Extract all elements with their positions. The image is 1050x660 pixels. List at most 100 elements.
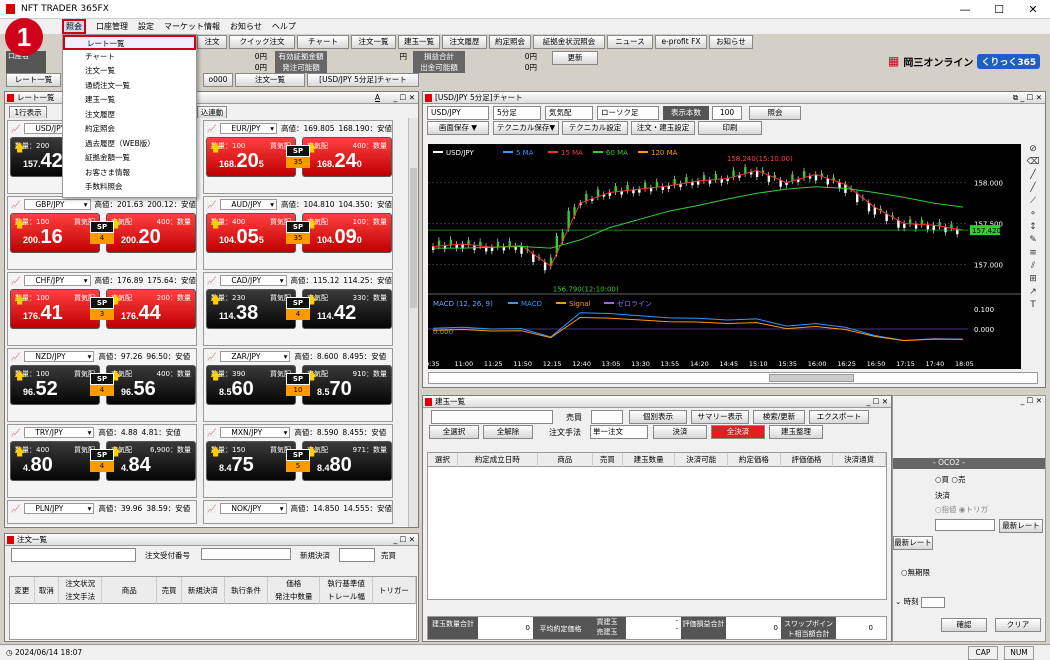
col-product[interactable]: 商品 <box>537 453 593 467</box>
chart-interval-select[interactable]: 5分足 <box>493 106 541 120</box>
col-side[interactable]: 売買 <box>156 577 182 604</box>
col-exec-price[interactable]: 約定価格 <box>727 453 781 467</box>
chart-scroll-thumb[interactable] <box>769 374 854 382</box>
print-button[interactable]: 印刷 <box>698 121 762 135</box>
menu-account[interactable]: 口座管理 <box>96 21 128 32</box>
arrow-icon[interactable]: ↗ <box>1029 287 1037 297</box>
menu-item-executions[interactable]: 約定照会 <box>63 122 196 137</box>
font-size-button[interactable]: A <box>375 92 380 103</box>
ask-button[interactable]: 売気配 910：数量 🡅 8.570 <box>302 365 392 405</box>
pair-select[interactable]: PLN/JPY <box>24 502 95 514</box>
ask-button[interactable]: 売気配 400：数量 🡅 200.20 <box>106 213 196 253</box>
menu-item-order-history[interactable]: 注文履歴 <box>63 108 196 123</box>
rate-list-scrollbar[interactable] <box>408 118 418 527</box>
latest-rate-button[interactable]: 最新レート <box>999 519 1043 533</box>
bid-button[interactable]: 数量：400 買気配 🡅 104.055 <box>206 213 296 253</box>
ray-tool-icon[interactable]: ⟋ <box>1030 196 1036 206</box>
pair-select[interactable]: TRY/JPY <box>24 426 95 438</box>
text-icon[interactable]: T <box>1030 300 1036 310</box>
chart-icon[interactable]: 📈 <box>207 504 216 513</box>
col-cancel[interactable]: 取消 <box>34 577 60 604</box>
chart-scrollbar[interactable] <box>428 372 1038 384</box>
latest-rate-button-2[interactable]: 最新レート <box>893 536 933 550</box>
update-button[interactable]: 更新 <box>552 51 598 65</box>
chart-query-button[interactable]: 照会 <box>749 106 801 120</box>
pair-select[interactable]: GBP/JPY <box>24 198 91 210</box>
eraser-icon[interactable]: ⌫ <box>1027 157 1040 167</box>
clear-all-button[interactable]: 全解除 <box>483 425 533 439</box>
menu-item-rate-list[interactable]: レート一覧 <box>63 35 196 50</box>
pen-icon[interactable]: ✎ <box>1029 235 1037 245</box>
toolbar-order-list-button[interactable]: 注文一覧 <box>351 35 396 49</box>
confirm-button[interactable]: 確認 <box>941 618 987 632</box>
pair-select[interactable]: CHF/JPY <box>24 274 91 286</box>
technical-save-button[interactable]: テクニカル保存▼ <box>493 121 559 135</box>
minimize-button[interactable]: — <box>948 0 982 19</box>
select-all-button[interactable]: 全選択 <box>429 425 479 439</box>
settle-all-button[interactable]: 全決済 <box>711 425 765 439</box>
settle-button[interactable]: 決済 <box>653 425 707 439</box>
menu-item-margin-list[interactable]: 証拠金額一覧 <box>63 151 196 166</box>
chart-quote-select[interactable]: 気気配 <box>545 106 593 120</box>
ask-button[interactable]: 売気配 6,900：数量 🡅 4.84 <box>106 441 196 481</box>
display-count-input[interactable]: 100 <box>712 106 742 120</box>
bid-button[interactable]: 数量：100 買気配 🡅 176.41 <box>10 289 100 329</box>
order-panel-controls[interactable]: _ ☐ ✕ <box>393 534 415 545</box>
arrange-positions-button[interactable]: 建玉整理 <box>769 425 823 439</box>
chart-icon[interactable]: 📈 <box>11 352 20 361</box>
toolbar-news-button[interactable]: ニュース <box>607 35 653 49</box>
ask-button[interactable]: 売気配 100：数量 🡅 104.090 <box>302 213 392 253</box>
chart-icon[interactable]: 📈 <box>207 124 216 133</box>
line-tool-icon[interactable]: ╱ <box>1030 183 1035 193</box>
ask-button[interactable]: 売気配 400：数量 🡅 96.56 <box>106 365 196 405</box>
summary-view-button[interactable]: サマリー表示 <box>691 410 749 424</box>
col-exec-basis[interactable]: 執行基準値 <box>319 577 373 590</box>
clear-button[interactable]: クリア <box>995 618 1041 632</box>
toolbar-notice-button[interactable]: お知らせ <box>709 35 753 49</box>
bid-button[interactable]: 数量：400 買気配 🡅 4.80 <box>10 441 100 481</box>
pair-select[interactable]: ZAR/JPY <box>220 350 291 362</box>
maximize-button[interactable]: ☐ <box>982 0 1016 19</box>
chart-icon[interactable]: 📈 <box>207 276 216 285</box>
bid-button[interactable]: 数量：230 買気配 🡅 114.38 <box>206 289 296 329</box>
toolbar-chart-button[interactable]: チャート <box>297 35 349 49</box>
pair-select[interactable]: CAD/JPY <box>220 274 287 286</box>
panel-controls[interactable]: _ ☐ ✕ <box>393 92 415 103</box>
tab-order-list[interactable]: 注文一覧 <box>235 73 305 87</box>
bid-button[interactable]: 数量：150 買気配 🡅 8.475 <box>206 441 296 481</box>
col-exec-condition[interactable]: 執行条件 <box>224 577 269 604</box>
col-quantity[interactable]: 建玉数量 <box>622 453 676 467</box>
new-settle-select[interactable] <box>339 548 375 562</box>
ask-button[interactable]: 売気配 200：数量 🡅 176.44 <box>106 289 196 329</box>
hline-tool-icon[interactable]: ⚬ <box>1029 209 1037 219</box>
bid-button[interactable]: 数量：100 買気配 🡅 200.16 <box>10 213 100 253</box>
order-form-controls[interactable]: _ ☐ ✕ <box>1020 396 1042 405</box>
order-number-input[interactable] <box>201 548 291 560</box>
pair-select[interactable]: NOK/JPY <box>220 502 287 514</box>
technical-settings-button[interactable]: テクニカル設定 <box>562 121 628 135</box>
bid-button[interactable]: 数量：100 買気配 🡅 168.205 <box>206 137 296 177</box>
individual-view-button[interactable]: 個別表示 <box>629 410 687 424</box>
chart-pair-select[interactable]: USD/JPY <box>427 106 489 120</box>
chart-icon[interactable]: 📈 <box>11 428 20 437</box>
no-entry-icon[interactable]: ⊘ <box>1029 144 1037 154</box>
menu-item-chart[interactable]: チャート <box>63 50 196 65</box>
position-pair-select[interactable] <box>431 410 553 424</box>
fib-icon[interactable]: ≡ <box>1029 248 1037 258</box>
chart-icon[interactable]: 📈 <box>207 200 216 209</box>
tab-rate-list[interactable]: レート一覧 <box>6 73 61 87</box>
price-type-radio[interactable]: ○指値 ◉トリガ <box>935 504 988 515</box>
menu-item-continuous-orders[interactable]: 通続注文一覧 <box>63 79 196 94</box>
menu-inquiry[interactable]: 照会 <box>62 19 86 34</box>
price-input[interactable] <box>935 519 995 531</box>
order-position-settings-button[interactable]: 注文・建玉設定 <box>631 121 695 135</box>
pair-select[interactable]: AUD/JPY <box>220 198 277 210</box>
chart-kind-select[interactable]: ローソク足 <box>597 106 659 120</box>
line-tool-icon[interactable]: ╱ <box>1030 170 1035 180</box>
menu-help[interactable]: ヘルプ <box>272 21 296 32</box>
col-exec-datetime[interactable]: 約定成立日時 <box>457 453 538 467</box>
grid-icon[interactable]: ⊞ <box>1029 274 1037 284</box>
toolbar-margin-status-button[interactable]: 証拠金状況照会 <box>533 35 605 49</box>
chart-icon[interactable]: 📈 <box>11 276 20 285</box>
channel-icon[interactable]: ⫽ <box>1031 261 1035 271</box>
